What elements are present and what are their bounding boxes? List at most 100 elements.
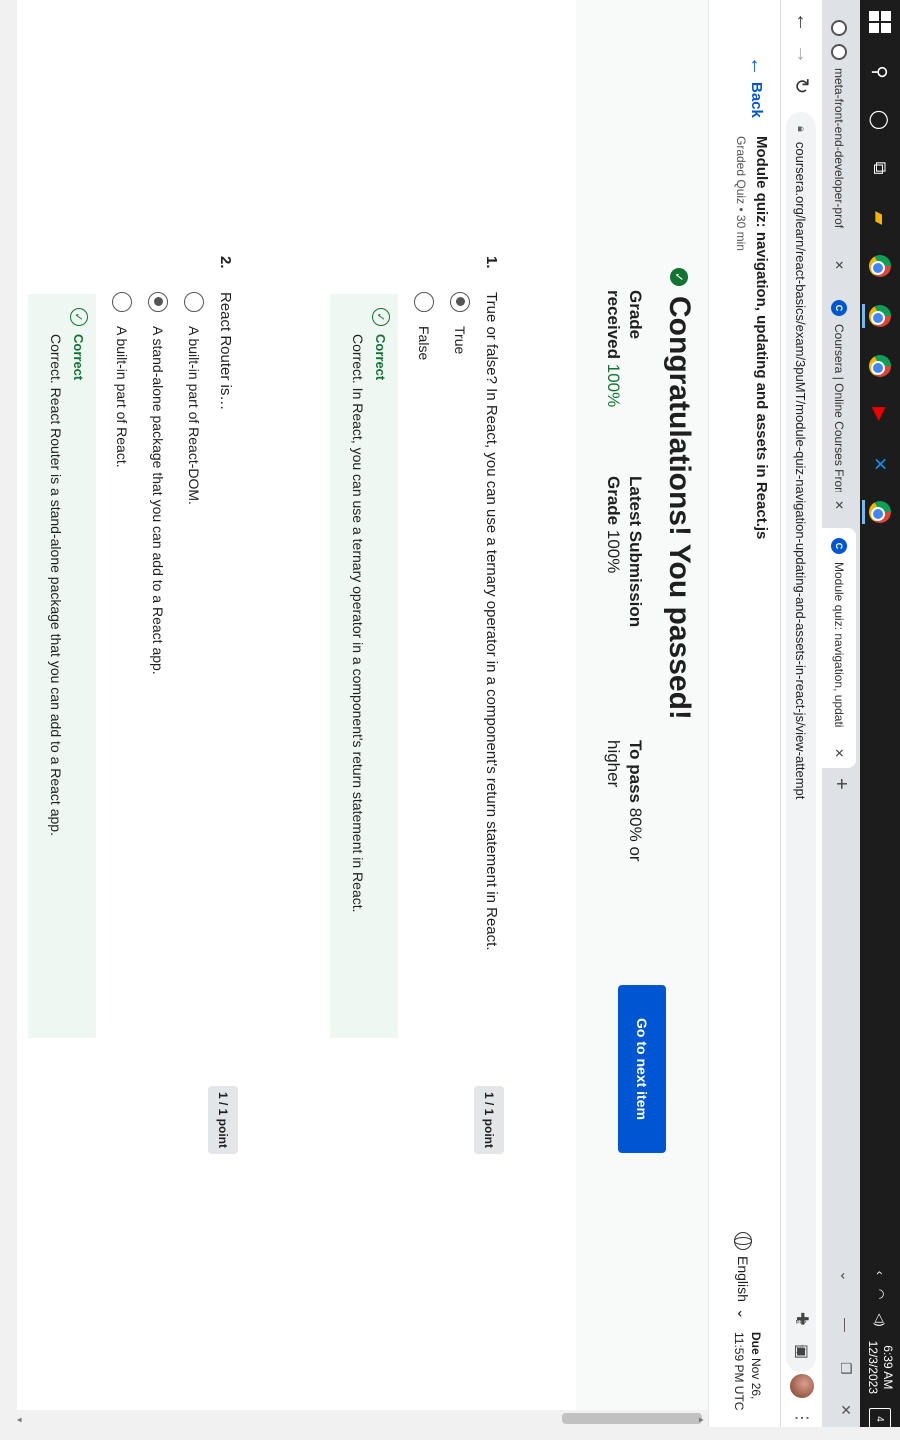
points-badge: 1 / 1 point (208, 1086, 238, 1154)
to-pass-value: 80% or (626, 807, 645, 862)
grade-received: Grade received 100% (602, 290, 646, 407)
tab-module-quiz[interactable]: C Module quiz: navigation, updati ✕ (822, 528, 856, 768)
due-label: Due (749, 1332, 763, 1355)
go-to-next-item-button[interactable]: Go to next item (618, 985, 666, 1153)
close-window-icon[interactable]: ✕ (837, 1404, 854, 1416)
notification-count: 4 (874, 1416, 886, 1422)
question-text: True or false? In React, you can use a t… (483, 292, 500, 951)
radio-selected[interactable] (148, 292, 168, 312)
chrome-active-icon[interactable] (866, 498, 894, 526)
address-bar[interactable]: 🔒︎ coursera.org/learn/react-basics/exam/… (786, 112, 816, 1372)
answer-option[interactable]: A stand-alone package that you can add t… (148, 292, 168, 675)
quiz-header: ← Back Module quiz: navigation, updating… (708, 0, 780, 1440)
answer-option[interactable]: False (414, 292, 434, 360)
answer-option[interactable]: A built-in part of React-DOM. (184, 292, 204, 505)
latest-submission: Latest Submission Grade 100% (602, 476, 646, 627)
radio-unselected[interactable] (112, 292, 132, 312)
restore-icon[interactable]: ❐ (837, 1362, 854, 1375)
points-badge: 1 / 1 point (474, 1086, 504, 1154)
tab-search-icon[interactable]: ⌄ (837, 1270, 854, 1282)
chrome-icon[interactable] (866, 302, 894, 330)
lock-icon[interactable]: 🔒︎ (795, 126, 808, 132)
profile-avatar[interactable] (790, 1374, 814, 1398)
reload-icon[interactable]: ↻ (789, 74, 814, 98)
option-label: True (452, 326, 468, 355)
tab-coursera[interactable]: C Coursera | Online Courses From ✕ (822, 290, 856, 520)
youtube-icon[interactable]: ▶ (866, 400, 894, 428)
github-icon (831, 20, 847, 36)
extensions-icon[interactable]: ✚ (792, 1312, 812, 1325)
cortana-icon[interactable]: ◯ (866, 106, 894, 134)
page-title: Module quiz: navigation, updating and as… (753, 136, 770, 540)
check-circle-outline-icon: ✓ (70, 308, 88, 326)
back-arrow-icon[interactable]: ← (791, 10, 814, 34)
chrome-profile-icon[interactable] (866, 352, 894, 380)
file-explorer-icon[interactable]: ▰ (866, 204, 894, 232)
to-pass-suffix: higher (604, 740, 623, 788)
back-label: Back (748, 82, 765, 118)
side-panel-icon[interactable]: ▣ (792, 1344, 812, 1359)
forward-arrow-icon[interactable]: → (791, 42, 814, 66)
vscode-icon[interactable]: ✕ (866, 450, 894, 478)
windows-taskbar: ⚲ ◯ ⧉ ▰ ▶ ✕ ‹ ◠ ◁) 6:39 AM 12/3/2023 4 (860, 0, 900, 1440)
chevron-down-icon: ⌄ (735, 1307, 752, 1320)
tray-expand-icon[interactable]: ‹ (873, 1271, 887, 1275)
to-pass-label: To pass (626, 740, 645, 803)
task-view-icon[interactable]: ⧉ (866, 154, 894, 182)
received-value: 100% (604, 363, 623, 408)
tab-title: Module quiz: navigation, updati (832, 562, 846, 728)
grade-label: Grade (626, 290, 645, 340)
clock-time: 6:39 AM (881, 1345, 895, 1390)
scrollbar-thumb[interactable] (562, 1413, 702, 1424)
due-time: 11:59 PM UTC (732, 1332, 746, 1411)
radio-unselected[interactable] (184, 292, 204, 312)
check-circle-icon: ✓ (670, 268, 688, 286)
close-tab-icon[interactable]: ✕ (832, 500, 846, 510)
pass-heading: ✓ Congratulations! You passed! (662, 268, 696, 720)
radio-selected[interactable] (450, 292, 470, 312)
scroll-down-arrow-icon[interactable]: ▼ (15, 1416, 24, 1424)
option-label: False (416, 326, 432, 361)
chrome-canary-icon[interactable] (866, 252, 894, 280)
new-tab-icon[interactable]: + (829, 778, 852, 790)
due-date: Due Nov 26, 11:59 PM UTC (730, 1332, 764, 1410)
feedback-text: Correct. React Router is a stand-alone p… (48, 334, 64, 836)
minimize-icon[interactable]: — (838, 1318, 854, 1332)
github-icon-2 (831, 44, 847, 60)
coursera-icon: C (831, 538, 847, 554)
answer-option[interactable]: True (450, 292, 470, 354)
page-scroll-track[interactable] (0, 1427, 900, 1440)
menu-kebab-icon[interactable]: ⋮ (792, 1410, 812, 1426)
answer-option[interactable]: A built-in part of React. (112, 292, 132, 468)
volume-icon[interactable]: ◁) (873, 1313, 887, 1326)
search-icon[interactable]: ⚲ (866, 58, 894, 86)
language-selector[interactable]: English ⌄ (734, 1232, 752, 1320)
due-date-value: Nov 26, (749, 1358, 763, 1400)
clock[interactable]: 6:39 AM 12/3/2023 (865, 1341, 895, 1394)
feedback-heading: ✓ Correct (372, 308, 390, 380)
horizontal-scrollbar[interactable] (0, 0, 17, 1410)
windows-start-icon[interactable] (868, 10, 892, 34)
received-label: received (604, 290, 623, 359)
radio-unselected[interactable] (414, 292, 434, 312)
tab-title: Coursera | Online Courses From (832, 324, 846, 492)
feedback-label: Correct (71, 334, 87, 381)
latest-submission-label: Latest Submission (626, 476, 645, 628)
scroll-up-arrow-icon[interactable]: ▲ (697, 1416, 706, 1424)
system-tray: ‹ ◠ ◁) 6:39 AM 12/3/2023 4 (860, 1271, 900, 1430)
network-icon[interactable]: ◠ (873, 1289, 887, 1299)
check-circle-outline-icon: ✓ (372, 308, 390, 326)
close-tab-icon[interactable]: ✕ (832, 748, 846, 758)
feedback-text: Correct. In React, you can use a ternary… (350, 334, 366, 913)
question-text: React Router is… (217, 292, 234, 411)
quiz-subtitle: Graded Quiz • 30 min (734, 136, 748, 251)
close-tab-icon[interactable]: ✕ (832, 260, 846, 270)
browser-toolbar: ← → ↻ 🔒︎ coursera.org/learn/react-basics… (780, 0, 822, 1440)
tab-strip: meta-front-end-developer-prof ✕ C Course… (822, 0, 860, 1440)
vertical-scrollbar[interactable] (0, 1410, 708, 1427)
to-pass: To pass 80% or higher (602, 740, 646, 862)
tab-github[interactable]: meta-front-end-developer-prof ✕ (822, 10, 856, 280)
clock-date: 12/3/2023 (866, 1340, 880, 1394)
feedback-heading: ✓ Correct (70, 308, 88, 380)
back-link[interactable]: ← Back (745, 56, 768, 118)
